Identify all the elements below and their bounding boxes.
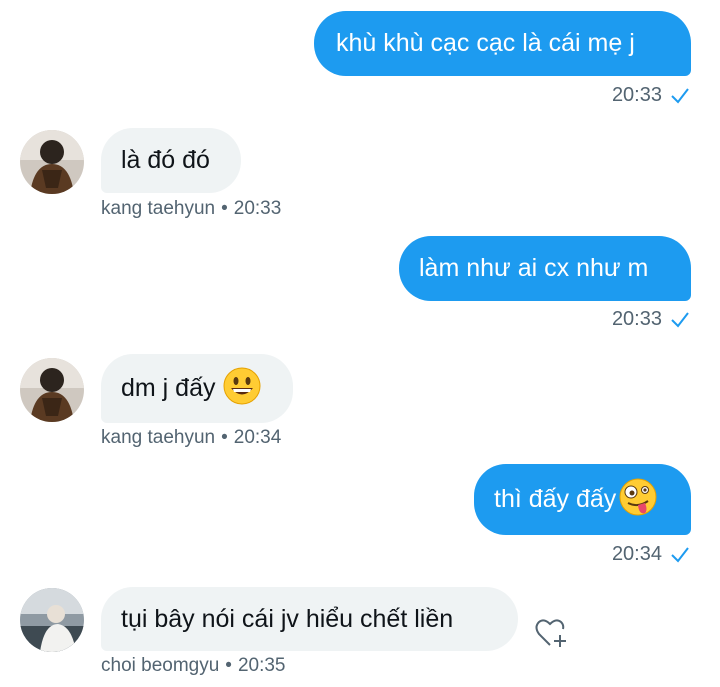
message-bubble-incoming[interactable]: dm j đấy	[101, 354, 293, 423]
message-meta: 20:34	[612, 543, 690, 566]
sender-name[interactable]: kang taehyun	[101, 198, 215, 219]
checkmark-icon	[671, 546, 689, 563]
checkmark-icon	[671, 87, 689, 104]
sender-name[interactable]: kang taehyun	[101, 427, 215, 448]
message-bubble-outgoing[interactable]: làm như ai cx như m	[399, 236, 691, 301]
message-time: 20:33	[611, 84, 662, 106]
message-bubble-incoming[interactable]: tụi bây nói cái jv hiểu chết liền	[101, 587, 518, 651]
message-bubble-incoming[interactable]: là đó đó	[101, 128, 241, 193]
separator-dot: •	[221, 427, 228, 448]
message-meta: 20:33	[612, 308, 690, 331]
message-text: tụi bây nói cái jv hiểu chết liền	[121, 604, 454, 633]
separator-dot: •	[225, 655, 232, 676]
message-meta: choi beomgyu • 20:35	[101, 655, 286, 677]
message-text: dm j đấy	[121, 374, 216, 402]
grinning-face-icon	[223, 367, 261, 410]
message-meta: kang taehyun • 20:34	[101, 427, 281, 449]
message-text: làm như ai cx như m	[419, 254, 649, 282]
separator-dot: •	[221, 198, 228, 219]
message-meta: 20:33	[612, 84, 690, 107]
heart-plus-icon[interactable]	[535, 617, 569, 654]
message-bubble-outgoing[interactable]: khù khù cạc cạc là cái mẹ j	[314, 11, 691, 76]
message-time: 20:34	[611, 543, 662, 565]
message-text: khù khù cạc cạc là cái mẹ j	[336, 29, 635, 57]
message-meta: kang taehyun • 20:33	[101, 198, 281, 220]
message-time: 20:34	[233, 427, 282, 448]
message-time: 20:33	[611, 308, 662, 330]
checkmark-icon	[671, 311, 689, 328]
message-bubble-outgoing[interactable]: thì đấy đấy	[474, 464, 691, 535]
zany-face-icon	[618, 477, 658, 522]
message-time: 20:35	[237, 655, 286, 676]
sender-name[interactable]: choi beomgyu	[101, 655, 219, 676]
message-text: là đó đó	[121, 146, 210, 174]
avatar[interactable]	[20, 588, 84, 652]
avatar[interactable]	[20, 358, 84, 422]
message-time: 20:33	[233, 198, 282, 219]
avatar[interactable]	[20, 130, 84, 194]
message-text: thì đấy đấy	[494, 485, 617, 513]
